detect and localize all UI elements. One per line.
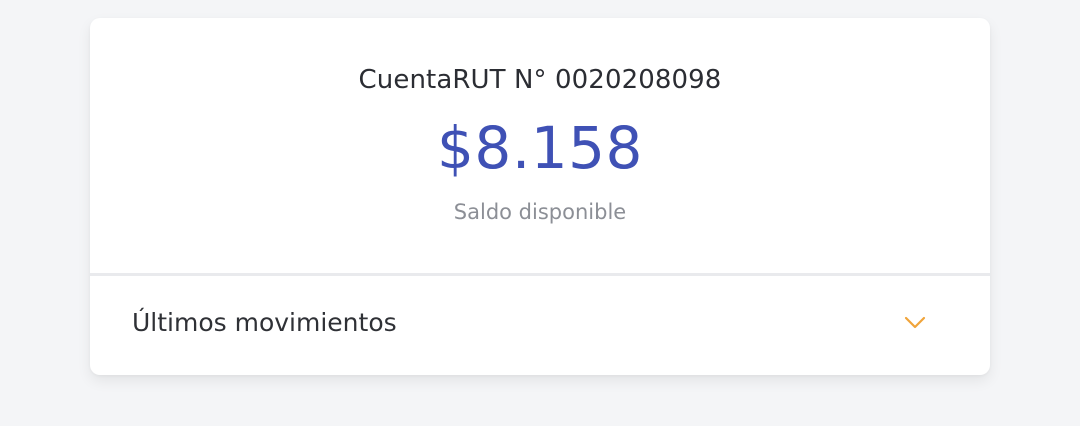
account-title: CuentaRUT N° 0020208098 — [358, 65, 722, 95]
account-summary: CuentaRUT N° 0020208098 $8.158 Saldo dis… — [90, 18, 990, 273]
recent-movements-toggle[interactable]: Últimos movimientos — [90, 276, 990, 375]
chevron-down-icon[interactable] — [903, 311, 927, 335]
balance-amount: $8.158 — [437, 114, 643, 182]
account-card: CuentaRUT N° 0020208098 $8.158 Saldo dis… — [90, 18, 990, 375]
recent-movements-label: Últimos movimientos — [132, 308, 397, 337]
balance-label: Saldo disponible — [453, 200, 627, 224]
